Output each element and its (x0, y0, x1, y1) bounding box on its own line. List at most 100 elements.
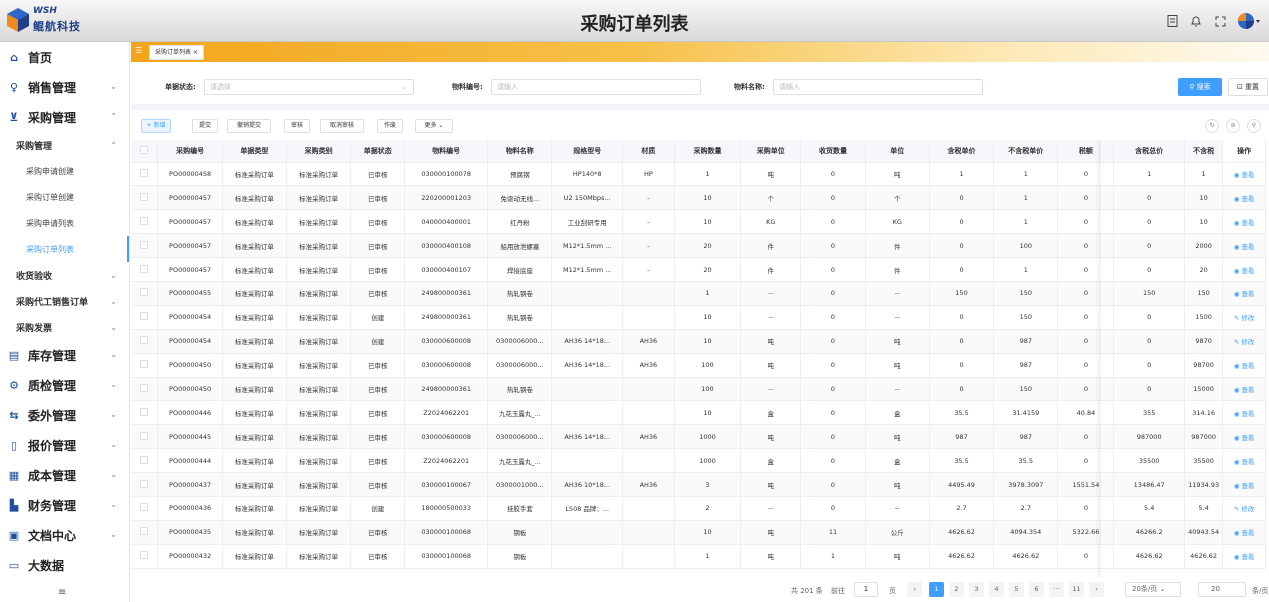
row-checkbox[interactable] (131, 257, 159, 282)
document-icon[interactable] (1165, 14, 1179, 28)
sidebar-item-sales[interactable]: ♀ 销售管理 ⌄ (0, 72, 129, 102)
submit-button[interactable]: 提交 (192, 119, 218, 133)
search-button[interactable]: ⚲ 搜索 (1178, 78, 1222, 96)
view-link[interactable]: 查看 (1242, 362, 1255, 370)
column-header[interactable]: 采购编号 (157, 140, 223, 163)
row-checkbox[interactable] (131, 377, 159, 402)
view-link[interactable]: 查看 (1242, 219, 1255, 227)
view-icon[interactable]: ◉ (1234, 553, 1242, 561)
view-link[interactable]: 查看 (1242, 458, 1255, 466)
prev-page-button[interactable]: ‹ (907, 582, 922, 597)
column-header[interactable]: 材质 (622, 140, 675, 163)
row-checkbox[interactable] (131, 281, 159, 306)
row-checkbox[interactable] (131, 162, 159, 187)
sidebar-leaf-purchase-request-create[interactable]: 采购申请创建 (0, 158, 129, 184)
sidebar-leaf-purchase-order-create[interactable]: 采购订单创建 (0, 184, 129, 210)
view-icon[interactable]: ◉ (1234, 267, 1242, 275)
page-button[interactable]: 4 (989, 582, 1004, 597)
page-button[interactable]: 6 (1029, 582, 1044, 597)
view-link[interactable]: 查看 (1242, 386, 1255, 394)
sidebar-item-quote[interactable]: ▯ 报价管理 ⌄ (0, 430, 129, 460)
column-header[interactable]: 规格型号 (551, 140, 623, 163)
edit-link[interactable]: 修改 (1241, 338, 1254, 346)
column-header[interactable]: 单位 (865, 140, 930, 163)
audit-button[interactable]: 审核 (284, 119, 310, 133)
per-page-stepper[interactable]: 20 (1198, 582, 1246, 597)
sidebar-item-outsource[interactable]: ⇆ 委外管理 ⌄ (0, 400, 129, 430)
filter-icon[interactable]: ⊜ (1226, 119, 1240, 133)
sidebar-leaf-purchase-order-list[interactable]: 采购订单列表 (0, 236, 129, 262)
material-code-input[interactable]: 请输入 (491, 79, 701, 95)
view-link[interactable]: 查看 (1242, 482, 1255, 490)
withdraw-submit-button[interactable]: 撤销提交 (227, 119, 271, 133)
sidebar-subgroup-receiving[interactable]: 收货验收 ⌄ (0, 262, 129, 288)
column-header[interactable]: 采购类别 (286, 140, 352, 163)
user-avatar-menu-icon[interactable] (1237, 10, 1261, 32)
status-select[interactable]: 请选择 ⌄ (204, 79, 414, 95)
column-header[interactable]: 物料名称 (487, 140, 553, 163)
add-button[interactable]: + 新增 (141, 119, 171, 133)
sidebar-item-cost[interactable]: ▦ 成本管理 ⌄ (0, 460, 129, 490)
view-icon[interactable]: ◉ (1234, 434, 1242, 442)
search-icon[interactable]: ⚲ (1247, 119, 1261, 133)
column-header[interactable]: 不含税单价 (993, 140, 1059, 163)
material-name-input[interactable]: 请输入 (773, 79, 983, 95)
column-header[interactable]: 单据状态 (350, 140, 406, 163)
view-icon[interactable]: ◉ (1234, 243, 1242, 251)
view-link[interactable]: 查看 (1242, 195, 1255, 203)
view-icon[interactable]: ◉ (1234, 529, 1242, 537)
sidebar-subgroup-purchase[interactable]: 采购管理 ⌃ (0, 132, 129, 158)
sidebar-item-purchase[interactable]: ⊻ 采购管理 ⌃ (0, 102, 129, 132)
row-checkbox[interactable] (131, 305, 159, 330)
page-size-select[interactable]: 20条/页 ⌄ (1125, 582, 1181, 597)
view-link[interactable]: 查看 (1242, 171, 1255, 179)
column-header[interactable]: 采购单位 (740, 140, 802, 163)
next-page-button[interactable]: › (1089, 582, 1104, 597)
sidebar-item-home[interactable]: ⌂ 首页 (0, 42, 129, 72)
view-link[interactable]: 查看 (1242, 553, 1255, 561)
sidebar-item-finance[interactable]: ▙ 财务管理 ⌄ (0, 490, 129, 520)
column-header[interactable]: 采购数量 (674, 140, 742, 163)
sidebar-subgroup-invoice[interactable]: 采购发票 ⌄ (0, 314, 129, 340)
row-checkbox[interactable] (131, 185, 159, 211)
column-header[interactable]: 单据类型 (222, 140, 288, 163)
view-link[interactable]: 查看 (1242, 290, 1255, 298)
row-checkbox[interactable] (131, 353, 159, 378)
view-icon[interactable]: ◉ (1234, 362, 1242, 370)
edit-link[interactable]: 修改 (1241, 314, 1254, 322)
row-checkbox[interactable] (131, 472, 159, 497)
void-button[interactable]: 作废 (377, 119, 403, 133)
sidebar-subgroup-oem-sales[interactable]: 采购代工销售订单 ⌄ (0, 288, 129, 314)
sidebar-leaf-purchase-request-list[interactable]: 采购申请列表 (0, 210, 129, 236)
tab-purchase-order-list[interactable]: 采购订单列表 × (149, 45, 204, 60)
view-icon[interactable]: ◉ (1234, 219, 1242, 227)
page-button[interactable]: 11 (1069, 582, 1084, 597)
view-icon[interactable]: ◉ (1234, 171, 1242, 179)
column-header[interactable]: 收货数量 (800, 140, 866, 163)
row-checkbox[interactable] (131, 496, 159, 521)
column-header[interactable]: 物料编号 (404, 140, 489, 163)
view-link[interactable]: 查看 (1242, 434, 1255, 442)
select-all-checkbox[interactable] (131, 140, 159, 163)
row-checkbox[interactable] (131, 329, 159, 354)
page-button[interactable]: 3 (969, 582, 984, 597)
column-header[interactable]: 不含税 (1184, 140, 1224, 163)
more-dropdown[interactable]: 更多 ⌄ (415, 119, 453, 133)
row-checkbox[interactable] (131, 400, 159, 426)
view-link[interactable]: 查看 (1242, 267, 1255, 275)
view-icon[interactable]: ◉ (1234, 195, 1242, 203)
column-header[interactable]: 含税总价 (1113, 140, 1185, 163)
page-button[interactable]: 1 (929, 582, 944, 597)
view-link[interactable]: 查看 (1242, 410, 1255, 418)
view-icon[interactable]: ◉ (1234, 290, 1242, 298)
refresh-icon[interactable]: ↻ (1205, 119, 1219, 133)
column-header[interactable]: 操作 (1222, 140, 1266, 163)
row-checkbox[interactable] (131, 544, 159, 569)
sidebar-item-documents[interactable]: ▣ 文档中心 ⌄ (0, 520, 129, 550)
view-icon[interactable]: ◉ (1234, 482, 1242, 490)
column-header[interactable]: 税额 (1057, 140, 1115, 163)
page-button[interactable]: 2 (949, 582, 964, 597)
more-pages-button[interactable]: ··· (1049, 582, 1064, 597)
view-link[interactable]: 查看 (1242, 243, 1255, 251)
view-link[interactable]: 查看 (1242, 529, 1255, 537)
